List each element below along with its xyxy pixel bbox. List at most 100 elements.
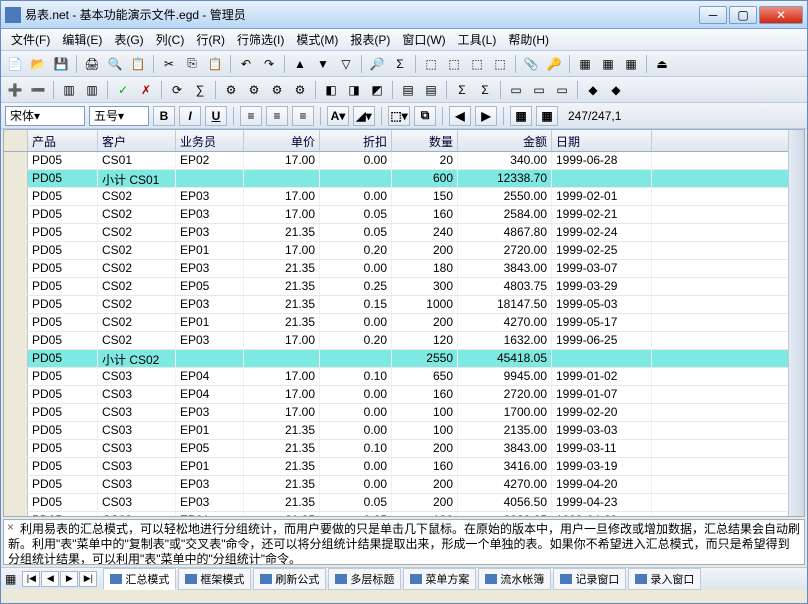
cell[interactable]: CS03	[98, 440, 176, 457]
mode-tab[interactable]: 流水帐簿	[478, 568, 551, 590]
cell[interactable]: PD05	[28, 386, 98, 403]
cell[interactable]: 1999-02-25	[552, 242, 652, 259]
table-row[interactable]: PD05CS03EP0121.350.001603416.001999-03-1…	[4, 458, 788, 476]
grid-c-icon[interactable]: ▦	[621, 54, 641, 74]
cell[interactable]: 12338.70	[458, 170, 552, 187]
cell[interactable]: 小计 CS01	[98, 170, 176, 187]
col-b-icon[interactable]: ▥	[82, 80, 102, 100]
win-b-icon[interactable]: ▭	[529, 80, 549, 100]
cell[interactable]: CS02	[98, 260, 176, 277]
cell[interactable]: 2720.00	[458, 386, 552, 403]
cell[interactable]: EP01	[176, 314, 244, 331]
cell[interactable]: PD05	[28, 152, 98, 169]
sort-asc-icon[interactable]: ▲	[290, 54, 310, 74]
cell[interactable]: EP01	[176, 242, 244, 259]
table-row[interactable]: PD05CS01EP0217.000.0020340.001999-06-28	[4, 152, 788, 170]
cell[interactable]: CS02	[98, 242, 176, 259]
cell[interactable]: 200	[392, 314, 458, 331]
cell[interactable]: PD05	[28, 458, 98, 475]
cell[interactable]: CS02	[98, 206, 176, 223]
cell[interactable]: 1999-03-03	[552, 422, 652, 439]
cell[interactable]: 21.35	[244, 476, 320, 493]
cell[interactable]: 0.00	[320, 404, 392, 421]
close-panel-icon[interactable]: ×	[7, 520, 14, 534]
font-combo[interactable]: 宋体 ▾	[5, 106, 85, 126]
cell[interactable]: CS03	[98, 458, 176, 475]
italic-button[interactable]: I	[179, 106, 201, 126]
table-row[interactable]: PD05CS03EP0121.350.001002135.001999-03-0…	[4, 422, 788, 440]
cell[interactable]: 17.00	[244, 242, 320, 259]
cell[interactable]: EP03	[176, 260, 244, 277]
cell[interactable]: 0.00	[320, 314, 392, 331]
menu-item[interactable]: 窗口(W)	[396, 29, 451, 50]
bold-button[interactable]: B	[153, 106, 175, 126]
sort-desc-icon[interactable]: ▼	[313, 54, 333, 74]
cell[interactable]: 200	[392, 242, 458, 259]
cell[interactable]: EP01	[176, 422, 244, 439]
cell[interactable]: 200	[392, 440, 458, 457]
cell[interactable]: EP02	[176, 152, 244, 169]
extra-a-icon[interactable]: ◆	[583, 80, 603, 100]
cell[interactable]: 17.00	[244, 386, 320, 403]
win-c-icon[interactable]: ▭	[552, 80, 572, 100]
cell[interactable]: 1700.00	[458, 404, 552, 421]
table-row[interactable]: PD05CS03EP0321.350.052004056.501999-04-2…	[4, 494, 788, 512]
menu-item[interactable]: 表(G)	[108, 29, 149, 50]
cell[interactable]: 1999-05-03	[552, 296, 652, 313]
view-a-icon[interactable]: ▤	[398, 80, 418, 100]
cell[interactable]: PD05	[28, 440, 98, 457]
table-row[interactable]: PD05CS02EP0121.350.002004270.001999-05-1…	[4, 314, 788, 332]
cell[interactable]: 4867.80	[458, 224, 552, 241]
cell[interactable]: 1999-04-29	[552, 512, 652, 516]
col-discount[interactable]: 折扣	[320, 130, 392, 151]
cell[interactable]: 18147.50	[458, 296, 552, 313]
op-b-icon[interactable]: ⚙	[244, 80, 264, 100]
cell[interactable]	[552, 170, 652, 187]
cell[interactable]: PD05	[28, 476, 98, 493]
cell[interactable]: 600	[392, 170, 458, 187]
cell[interactable]: 1999-01-02	[552, 368, 652, 385]
copy-icon[interactable]: ⎘	[182, 54, 202, 74]
print-icon[interactable]: 🖨	[82, 54, 102, 74]
menu-item[interactable]: 模式(M)	[290, 29, 344, 50]
col-qty[interactable]: 数量	[392, 130, 458, 151]
calc-icon[interactable]: ∑	[190, 80, 210, 100]
cell[interactable]: 4270.00	[458, 476, 552, 493]
menu-item[interactable]: 列(C)	[150, 29, 191, 50]
cell[interactable]: 17.00	[244, 152, 320, 169]
cell[interactable]: EP04	[176, 386, 244, 403]
cell[interactable]: PD05	[28, 368, 98, 385]
indent-dec-icon[interactable]: ◀	[449, 106, 471, 126]
cell[interactable]: 2550	[392, 350, 458, 367]
refresh-icon[interactable]: ⟳	[167, 80, 187, 100]
menu-item[interactable]: 行(R)	[190, 29, 231, 50]
row-add-icon[interactable]: ➕	[5, 80, 25, 100]
table-row[interactable]: PD05CS03EP0121.350.251802882.251999-04-2…	[4, 512, 788, 516]
cell[interactable]: 300	[392, 278, 458, 295]
cell[interactable]: 1999-02-01	[552, 188, 652, 205]
table-row[interactable]: PD05CS03EP0317.000.001001700.001999-02-2…	[4, 404, 788, 422]
fill-color-icon[interactable]: ◢▾	[353, 106, 375, 126]
cell[interactable]: 21.35	[244, 278, 320, 295]
cell[interactable]	[244, 350, 320, 367]
cell[interactable]: PD05	[28, 224, 98, 241]
mode-a-icon[interactable]: ◧	[321, 80, 341, 100]
cell[interactable]: PD05	[28, 332, 98, 349]
cell[interactable]: 0.05	[320, 206, 392, 223]
tool-d-icon[interactable]: ⬚	[490, 54, 510, 74]
cell[interactable]: 2720.00	[458, 242, 552, 259]
cell[interactable]: 1999-04-20	[552, 476, 652, 493]
cell[interactable]: 45418.05	[458, 350, 552, 367]
cell[interactable]: 21.35	[244, 494, 320, 511]
cell[interactable]: 21.35	[244, 224, 320, 241]
cell[interactable]: 2550.00	[458, 188, 552, 205]
cell[interactable]: CS03	[98, 512, 176, 516]
mode-tab[interactable]: 菜单方案	[403, 568, 476, 590]
layout-b-icon[interactable]: ▦	[536, 106, 558, 126]
win-a-icon[interactable]: ▭	[506, 80, 526, 100]
cell[interactable]: 160	[392, 386, 458, 403]
table-row[interactable]: PD05CS03EP0521.350.102003843.001999-03-1…	[4, 440, 788, 458]
cell[interactable]: 1999-03-11	[552, 440, 652, 457]
table-row[interactable]: PD05CS02EP0521.350.253004803.751999-03-2…	[4, 278, 788, 296]
cell[interactable]: CS02	[98, 296, 176, 313]
